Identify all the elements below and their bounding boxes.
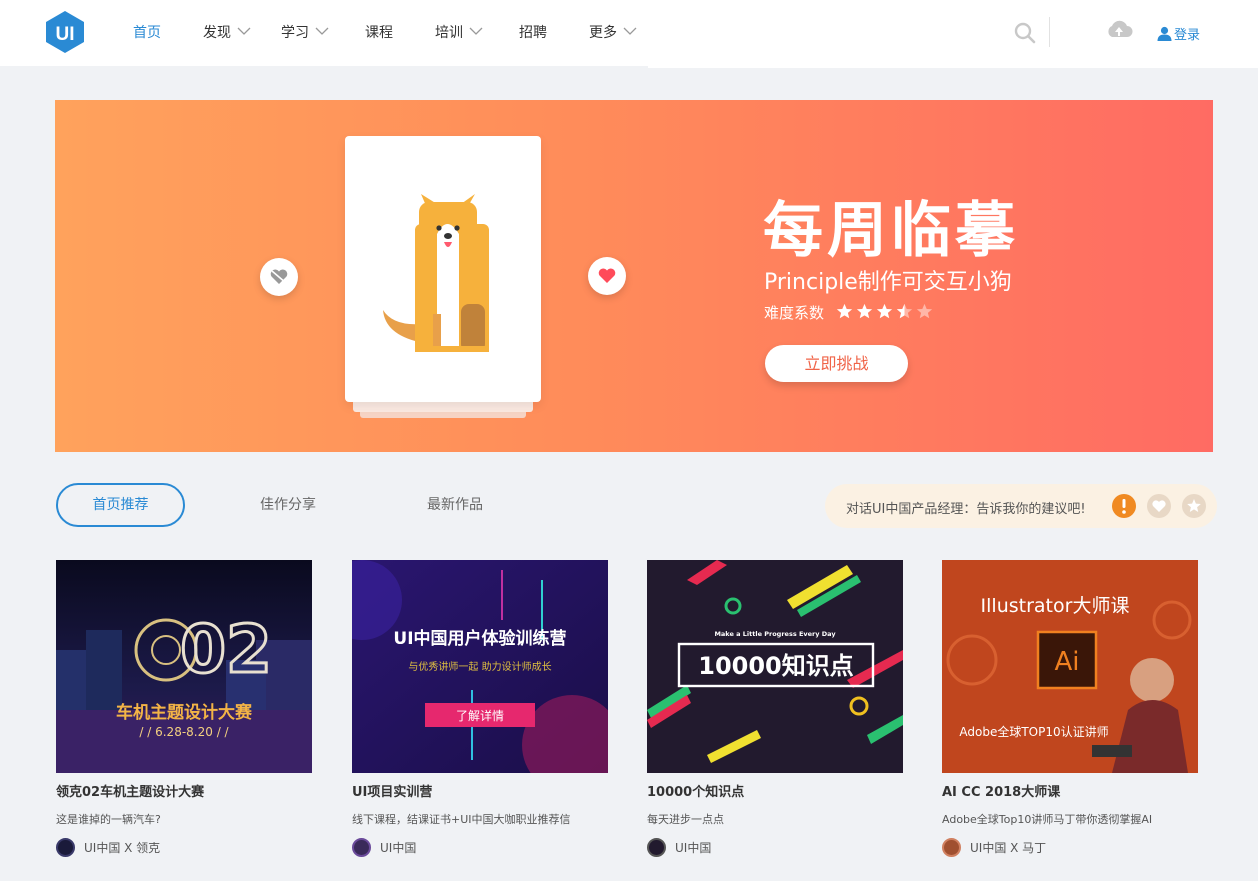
author-name: UI中国 — [675, 840, 712, 855]
banner-title: 每周临摹 — [763, 196, 1019, 266]
star-icon[interactable] — [1182, 494, 1206, 518]
star-full-icon — [856, 303, 873, 319]
chevron-down-icon — [623, 27, 637, 35]
work-description: 每天进步一点点 — [647, 813, 724, 826]
work-description: 线下课程，结课证书+UI中国大咖职业推荐信 — [352, 813, 571, 826]
work-card-3[interactable]: Make a Little Progress Every Day 10000知识… — [647, 560, 903, 857]
dog-card — [345, 136, 541, 402]
nav-home-label: 首页 — [133, 25, 161, 41]
star-full-icon — [876, 303, 893, 319]
work-card-1[interactable]: 02 车机主题设计大赛 / / 6.28-8.20 / / 领克02车机主题设计… — [56, 560, 312, 857]
login-label: 登录 — [1174, 28, 1201, 43]
svg-text:Ai: Ai — [1054, 647, 1079, 677]
login-link[interactable]: 登录 — [1157, 24, 1200, 43]
star-empty-icon — [916, 303, 933, 319]
nav-discover-label: 发现 — [203, 25, 231, 41]
author-name: UI中国 X 领克 — [84, 840, 161, 855]
svg-text:UI中国用户体验训练营: UI中国用户体验训练营 — [393, 628, 566, 649]
work-description: Adobe全球Top10讲师马丁带你透彻掌握AI — [942, 813, 1153, 826]
heart-icon — [598, 268, 616, 283]
work-thumbnail[interactable]: Illustrator大师课 Ai Adobe全球TOP10认证讲师 — [942, 560, 1198, 773]
difficulty-label: 难度系数 — [764, 304, 825, 322]
nav-jobs[interactable]: 招聘 — [519, 22, 547, 42]
tab-home-recommend[interactable]: 首页推荐 — [56, 483, 185, 527]
svg-text:Adobe全球TOP10认证讲师: Adobe全球TOP10认证讲师 — [959, 724, 1108, 739]
svg-text:与优秀讲师一起 助力设计师成长: 与优秀讲师一起 助力设计师成长 — [408, 660, 551, 673]
work-title[interactable]: 领克02车机主题设计大赛 — [56, 781, 312, 800]
svg-text:车机主题设计大赛: 车机主题设计大赛 — [116, 702, 253, 723]
work-title[interactable]: AI CC 2018大师课 — [942, 781, 1198, 800]
avatar — [352, 837, 371, 857]
svg-text:02: 02 — [180, 611, 272, 688]
tab-latest-works[interactable]: 最新作品 — [412, 483, 498, 527]
nav-learn[interactable]: 学习 — [281, 22, 329, 42]
search-icon[interactable] — [1014, 22, 1036, 44]
exclamation-icon[interactable] — [1112, 494, 1136, 518]
svg-text:Make a Little Progress Every D: Make a Little Progress Every Day — [714, 630, 836, 638]
dog-illustration — [383, 194, 489, 352]
nav-courses[interactable]: 课程 — [365, 22, 393, 42]
work-card-2[interactable]: UI中国用户体验训练营 与优秀讲师一起 助力设计师成长 了解详情 UI项目实训营… — [352, 560, 608, 857]
work-author[interactable]: UI中国 X 领克 — [56, 837, 312, 857]
svg-text:了解详情: 了解详情 — [456, 708, 504, 723]
challenge-button[interactable]: 立即挑战 — [765, 345, 908, 382]
nav-learn-label: 学习 — [281, 25, 309, 41]
svg-text:/ / 6.28-8.20 / /: / / 6.28-8.20 / / — [139, 725, 229, 739]
like-button[interactable] — [588, 257, 626, 295]
hero-banner[interactable]: 每周临摹 Principle制作可交互小狗 难度系数 立即挑战 — [55, 100, 1213, 452]
user-icon — [1157, 26, 1172, 41]
feedback-bar[interactable]: 对话UI中国产品经理：告诉我你的建议吧! — [825, 484, 1217, 528]
work-title[interactable]: UI项目实训营 — [352, 781, 608, 800]
chevron-down-icon — [315, 27, 329, 35]
dislike-button[interactable] — [260, 258, 298, 296]
ui-china-logo[interactable]: UI — [44, 10, 86, 54]
feedback-text: 对话UI中国产品经理：告诉我你的建议吧! — [846, 502, 1086, 517]
work-thumbnail[interactable]: 02 车机主题设计大赛 / / 6.28-8.20 / / — [56, 560, 312, 773]
work-author[interactable]: UI中国 X 马丁 — [942, 837, 1198, 857]
work-title[interactable]: 10000个知识点 — [647, 781, 903, 800]
nav-training-label: 培训 — [435, 25, 463, 41]
work-description: 这是谁掉的一辆汽车? — [56, 813, 161, 826]
svg-text:10000知识点: 10000知识点 — [698, 652, 854, 680]
nav-training[interactable]: 培训 — [435, 22, 483, 42]
banner-subtitle: Principle制作可交互小狗 — [764, 270, 1012, 295]
work-author[interactable]: UI中国 — [647, 837, 903, 857]
nav-home[interactable]: 首页 — [133, 22, 161, 42]
work-card-4[interactable]: Illustrator大师课 Ai Adobe全球TOP10认证讲师 AI CC… — [942, 560, 1198, 857]
nav-courses-label: 课程 — [365, 25, 393, 41]
heart-icon[interactable] — [1147, 494, 1171, 518]
avatar — [56, 837, 75, 857]
work-thumbnail[interactable]: Make a Little Progress Every Day 10000知识… — [647, 560, 903, 773]
svg-text:Illustrator大师课: Illustrator大师课 — [981, 595, 1130, 617]
nav-jobs-label: 招聘 — [519, 25, 547, 41]
svg-text:UI: UI — [56, 24, 75, 45]
avatar — [942, 837, 961, 857]
work-thumbnail[interactable]: UI中国用户体验训练营 与优秀讲师一起 助力设计师成长 了解详情 — [352, 560, 608, 773]
star-full-icon — [836, 303, 853, 319]
cloud-upload-icon[interactable] — [1105, 18, 1133, 40]
author-name: UI中国 X 马丁 — [970, 840, 1047, 855]
broken-heart-icon — [270, 269, 288, 284]
star-half-icon — [896, 303, 913, 319]
difficulty-stars — [836, 303, 933, 320]
nav-discover[interactable]: 发现 — [203, 22, 251, 42]
tab-featured-works[interactable]: 佳作分享 — [245, 483, 331, 527]
avatar — [647, 837, 666, 857]
chevron-down-icon — [469, 27, 483, 35]
author-name: UI中国 — [380, 840, 417, 855]
work-author[interactable]: UI中国 — [352, 837, 608, 857]
nav-more-label: 更多 — [589, 25, 617, 41]
nav-more[interactable]: 更多 — [589, 22, 637, 42]
chevron-down-icon — [237, 27, 251, 35]
header-divider — [1049, 17, 1050, 47]
